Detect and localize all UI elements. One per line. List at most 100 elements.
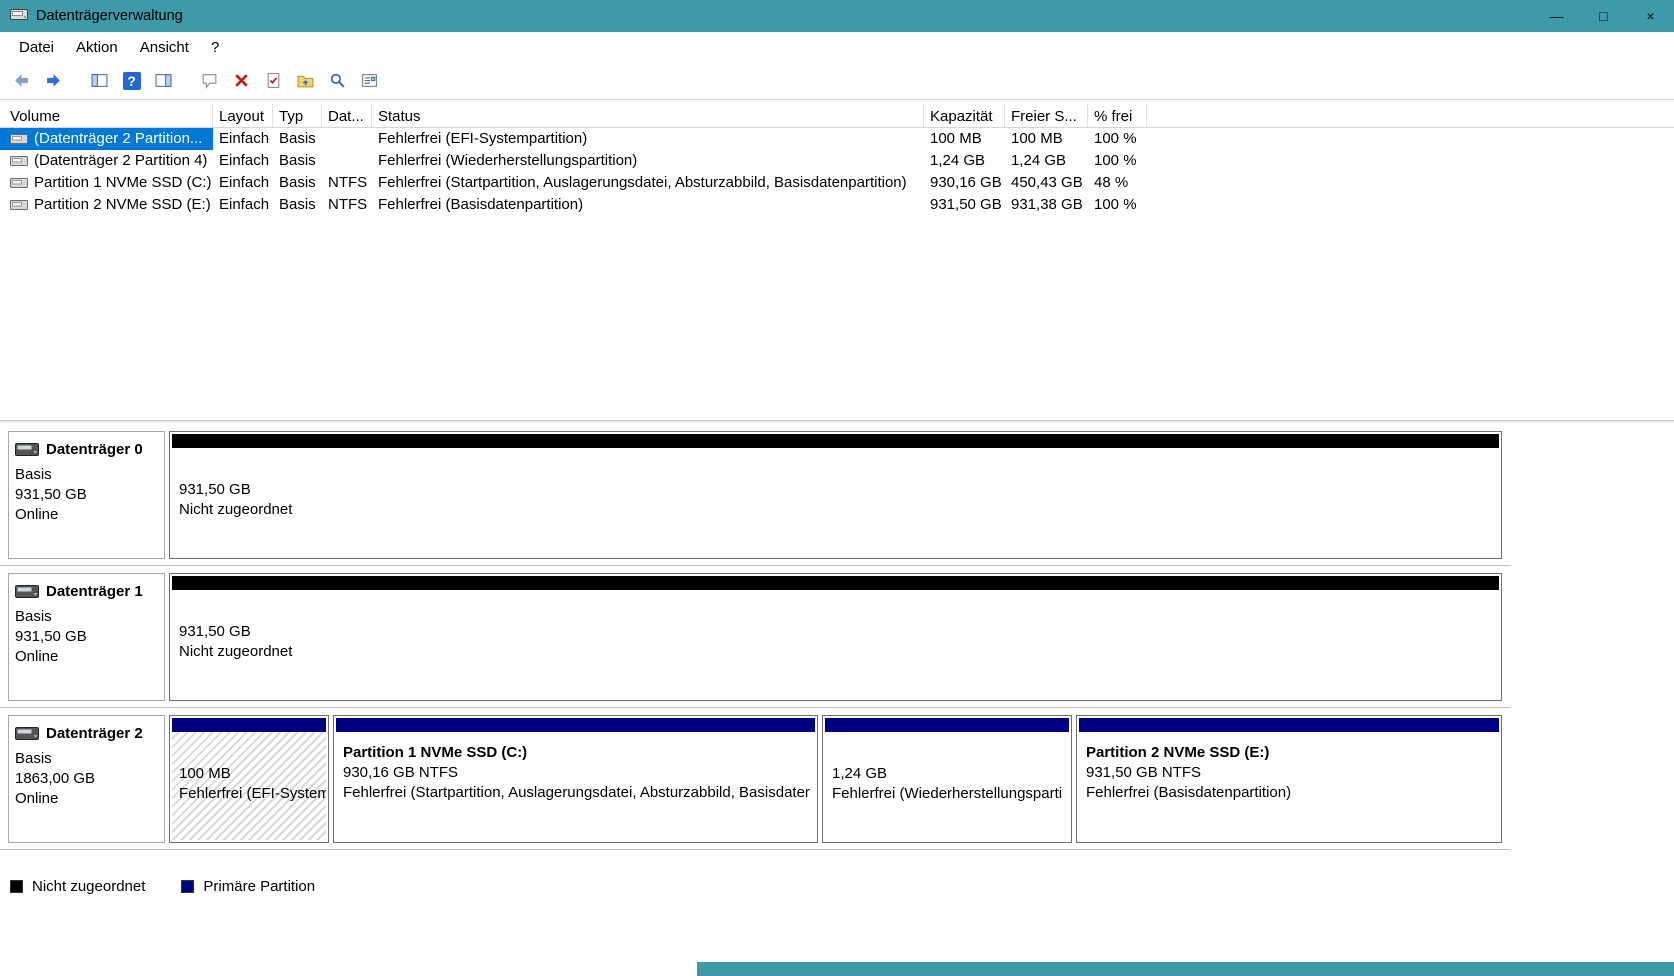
dateisystem-cell xyxy=(322,150,372,172)
primary-partition-color-bar xyxy=(336,718,815,732)
folder-open-icon[interactable] xyxy=(292,68,319,94)
menubar: Datei Aktion Ansicht ? xyxy=(0,32,1674,62)
close-button[interactable]: × xyxy=(1627,0,1674,32)
toolbar: ? xyxy=(0,62,1674,100)
column-prozent-frei[interactable]: % frei xyxy=(1088,104,1147,127)
column-volume[interactable]: Volume xyxy=(0,104,213,127)
prozent-frei-cell: 100 % xyxy=(1094,130,1137,147)
comment-icon[interactable] xyxy=(196,68,223,94)
disk-2-partition-e[interactable]: Partition 2 NVMe SSD (E:) 931,50 GB NTFS… xyxy=(1076,715,1502,843)
menu-datei[interactable]: Datei xyxy=(8,35,65,60)
menu-ansicht[interactable]: Ansicht xyxy=(129,35,200,60)
layout-cell: Einfach xyxy=(219,196,270,213)
disk-name: Datenträger 0 xyxy=(46,441,143,458)
search-icon[interactable] xyxy=(324,68,351,94)
region-status: Fehlerfrei (Basisdatenpartition) xyxy=(1086,784,1292,801)
disk-2-header[interactable]: Datenträger 2 Basis 1863,00 GB Online xyxy=(8,715,165,843)
volume-icon xyxy=(10,156,28,166)
disk-0-unallocated-region[interactable]: 931,50 GB Nicht zugeordnet xyxy=(169,431,1502,559)
app-icon xyxy=(10,8,28,25)
dateisystem-cell: NTFS xyxy=(328,174,368,191)
layout-cell: Einfach xyxy=(219,152,270,169)
region-size: 931,50 GB xyxy=(179,481,251,498)
unallocated-color-bar xyxy=(172,576,1499,590)
freier-speicher-cell: 931,38 GB xyxy=(1011,196,1083,213)
column-dateisystem[interactable]: Dat... xyxy=(322,104,372,127)
volume-row-recovery[interactable]: (Datenträger 2 Partition 4) Einfach Basi… xyxy=(0,150,1674,172)
region-title: Partition 1 NVMe SSD (C:) xyxy=(343,744,528,761)
back-icon[interactable] xyxy=(8,68,35,94)
volume-list-pane: Volume Layout Typ Dat... Status Kapazitä… xyxy=(0,100,1674,420)
status-cell: Fehlerfrei (Startpartition, Auslagerungs… xyxy=(378,174,907,191)
layout-cell: Einfach xyxy=(219,130,270,147)
disk-2-efi-partition[interactable]: 100 MB Fehlerfrei (EFI-System xyxy=(169,715,329,843)
maximize-button[interactable]: □ xyxy=(1580,0,1627,32)
menu-aktion[interactable]: Aktion xyxy=(65,35,129,60)
kapazitaet-cell: 100 MB xyxy=(930,130,982,147)
unallocated-swatch xyxy=(10,880,23,893)
status-cell: Fehlerfrei (EFI-Systempartition) xyxy=(378,130,588,147)
volume-name: Partition 1 NVMe SSD (C:) xyxy=(34,174,212,191)
disk-row-2: Datenträger 2 Basis 1863,00 GB Online 10… xyxy=(8,715,1502,843)
task-check-icon[interactable] xyxy=(260,68,287,94)
disk-type: Basis xyxy=(15,750,52,767)
disk-status: Online xyxy=(15,648,59,665)
window-controls: — □ × xyxy=(1533,0,1674,32)
forward-icon[interactable] xyxy=(40,68,67,94)
column-kapazitaet[interactable]: Kapazität xyxy=(924,104,1005,127)
legend: Nicht zugeordnet Primäre Partition xyxy=(8,878,1674,895)
disk-size: 931,50 GB xyxy=(15,486,87,503)
disk-2-recovery-partition[interactable]: 1,24 GB Fehlerfrei (Wiederherstellungspa… xyxy=(822,715,1072,843)
volume-row-c[interactable]: Partition 1 NVMe SSD (C:) Einfach Basis … xyxy=(0,172,1674,194)
disk-row-1: Datenträger 1 Basis 931,50 GB Online 931… xyxy=(8,573,1502,701)
column-status[interactable]: Status xyxy=(372,104,924,127)
region-title: Partition 2 NVMe SSD (E:) xyxy=(1086,744,1270,761)
disk-1-unallocated-region[interactable]: 931,50 GB Nicht zugeordnet xyxy=(169,573,1502,701)
disk-separator xyxy=(0,849,1510,850)
disk-name: Datenträger 2 xyxy=(46,725,143,742)
region-status: Fehlerfrei (EFI-System xyxy=(179,785,326,802)
primary-partition-color-bar xyxy=(825,718,1069,732)
minimize-button[interactable]: — xyxy=(1533,0,1580,32)
prozent-frei-cell: 100 % xyxy=(1094,196,1137,213)
typ-cell: Basis xyxy=(279,130,316,147)
region-size: 1,24 GB xyxy=(832,765,888,782)
volume-row-e[interactable]: Partition 2 NVMe SSD (E:) Einfach Basis … xyxy=(0,194,1674,216)
freier-speicher-cell: 1,24 GB xyxy=(1011,152,1067,169)
volume-cell: (Datenträger 2 Partition... xyxy=(0,128,213,150)
disk-1-header[interactable]: Datenträger 1 Basis 931,50 GB Online xyxy=(8,573,165,701)
disk-size: 931,50 GB xyxy=(15,628,87,645)
delete-volume-icon[interactable] xyxy=(228,68,255,94)
kapazitaet-cell: 931,50 GB xyxy=(930,196,1002,213)
disk-row-0: Datenträger 0 Basis 931,50 GB Online 931… xyxy=(8,431,1502,559)
legend-unallocated: Nicht zugeordnet xyxy=(10,878,145,895)
disk-icon xyxy=(15,585,39,598)
column-layout[interactable]: Layout xyxy=(213,104,273,127)
disk-0-header[interactable]: Datenträger 0 Basis 931,50 GB Online xyxy=(8,431,165,559)
region-size: 100 MB xyxy=(179,765,231,782)
dateisystem-cell xyxy=(322,128,372,150)
volume-list-header: Volume Layout Typ Dat... Status Kapazitä… xyxy=(0,104,1674,128)
disk-type: Basis xyxy=(15,466,52,483)
typ-cell: Basis xyxy=(279,174,316,191)
typ-cell: Basis xyxy=(279,196,316,213)
kapazitaet-cell: 1,24 GB xyxy=(930,152,986,169)
disk-2-partition-c[interactable]: Partition 1 NVMe SSD (C:) 930,16 GB NTFS… xyxy=(333,715,818,843)
volume-row-efi[interactable]: (Datenträger 2 Partition... Einfach Basi… xyxy=(0,128,1674,150)
column-freier-speicher[interactable]: Freier S... xyxy=(1005,104,1088,127)
volume-cell: (Datenträger 2 Partition 4) xyxy=(0,150,213,172)
volume-cell: Partition 1 NVMe SSD (C:) xyxy=(0,172,213,194)
help-icon[interactable]: ? xyxy=(118,68,145,94)
typ-cell: Basis xyxy=(279,152,316,169)
disk-icon xyxy=(15,727,39,740)
show-action-pane-icon[interactable] xyxy=(150,68,177,94)
disk-status: Online xyxy=(15,790,59,807)
window-title: Datenträgerverwaltung xyxy=(36,8,183,24)
show-console-tree-icon[interactable] xyxy=(86,68,113,94)
volume-name: (Datenträger 2 Partition... xyxy=(34,130,203,147)
disk-name: Datenträger 1 xyxy=(46,583,143,600)
titlebar: Datenträgerverwaltung — □ × xyxy=(0,0,1674,32)
menu-help[interactable]: ? xyxy=(200,35,230,60)
column-typ[interactable]: Typ xyxy=(273,104,322,127)
properties-icon[interactable] xyxy=(356,68,383,94)
